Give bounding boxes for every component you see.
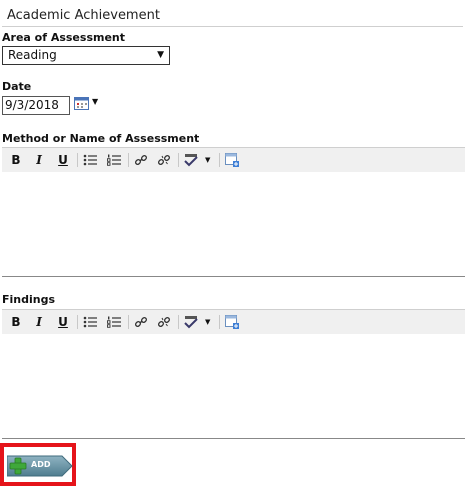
- numbered-list-icon: [107, 316, 121, 328]
- spellcheck-icon: [184, 316, 198, 329]
- toolbar-separator: [219, 153, 220, 167]
- italic-button[interactable]: I: [30, 313, 48, 331]
- toolbar-separator: [128, 315, 129, 329]
- unlink-icon: [157, 154, 171, 166]
- method-editor-border: [2, 276, 465, 277]
- findings-editor-area[interactable]: [2, 334, 465, 438]
- method-editor-toolbar: B I U ▼: [2, 147, 465, 172]
- calendar-dropdown-icon[interactable]: ▼: [92, 97, 98, 106]
- link-icon: [134, 154, 148, 166]
- spellcheck-button[interactable]: ▼: [183, 313, 215, 331]
- findings-editor-border: [2, 438, 465, 439]
- add-button-highlight: ADD: [0, 443, 76, 486]
- method-editor-area[interactable]: [2, 172, 465, 276]
- toolbar-separator: [178, 153, 179, 167]
- insert-table-icon: [225, 153, 239, 167]
- bullet-list-icon: [83, 154, 97, 166]
- method-label: Method or Name of Assessment: [2, 132, 200, 145]
- calendar-icon[interactable]: [74, 96, 89, 110]
- chevron-down-icon: ▼: [157, 50, 164, 60]
- insert-table-button[interactable]: [223, 151, 241, 169]
- numbered-list-button[interactable]: [105, 151, 123, 169]
- chevron-down-icon: ▼: [205, 318, 211, 326]
- toolbar-separator: [178, 315, 179, 329]
- toolbar-separator: [77, 315, 78, 329]
- add-button-label: ADD: [31, 460, 51, 469]
- link-icon: [134, 316, 148, 328]
- insert-link-button[interactable]: [132, 151, 150, 169]
- insert-table-icon: [225, 315, 239, 329]
- unlink-icon: [157, 316, 171, 328]
- area-of-assessment-select[interactable]: Reading ▼: [2, 46, 170, 65]
- numbered-list-icon: [107, 154, 121, 166]
- toolbar-separator: [77, 153, 78, 167]
- area-selected-value: Reading: [8, 48, 57, 62]
- remove-link-button[interactable]: [155, 151, 173, 169]
- date-input[interactable]: 9/3/2018: [2, 96, 70, 115]
- insert-table-button[interactable]: [223, 313, 241, 331]
- bold-button[interactable]: B: [7, 151, 25, 169]
- italic-button[interactable]: I: [30, 151, 48, 169]
- section-title: Academic Achievement: [7, 8, 160, 23]
- bullet-list-icon: [83, 316, 97, 328]
- findings-editor-toolbar: B I U ▼: [2, 309, 465, 334]
- underline-button[interactable]: U: [54, 313, 72, 331]
- underline-button[interactable]: U: [54, 151, 72, 169]
- add-button[interactable]: ADD: [7, 455, 73, 477]
- numbered-list-button[interactable]: [105, 313, 123, 331]
- section-divider: [2, 26, 463, 27]
- spellcheck-button[interactable]: ▼: [183, 151, 215, 169]
- findings-label: Findings: [2, 293, 56, 306]
- remove-link-button[interactable]: [155, 313, 173, 331]
- bullet-list-button[interactable]: [81, 151, 99, 169]
- bullet-list-button[interactable]: [81, 313, 99, 331]
- plus-icon: [9, 457, 27, 475]
- toolbar-separator: [128, 153, 129, 167]
- spellcheck-icon: [184, 154, 198, 167]
- area-of-assessment-label: Area of Assessment: [2, 31, 125, 44]
- toolbar-separator: [219, 315, 220, 329]
- date-label: Date: [2, 80, 32, 93]
- bold-button[interactable]: B: [7, 313, 25, 331]
- chevron-down-icon: ▼: [205, 156, 211, 164]
- insert-link-button[interactable]: [132, 313, 150, 331]
